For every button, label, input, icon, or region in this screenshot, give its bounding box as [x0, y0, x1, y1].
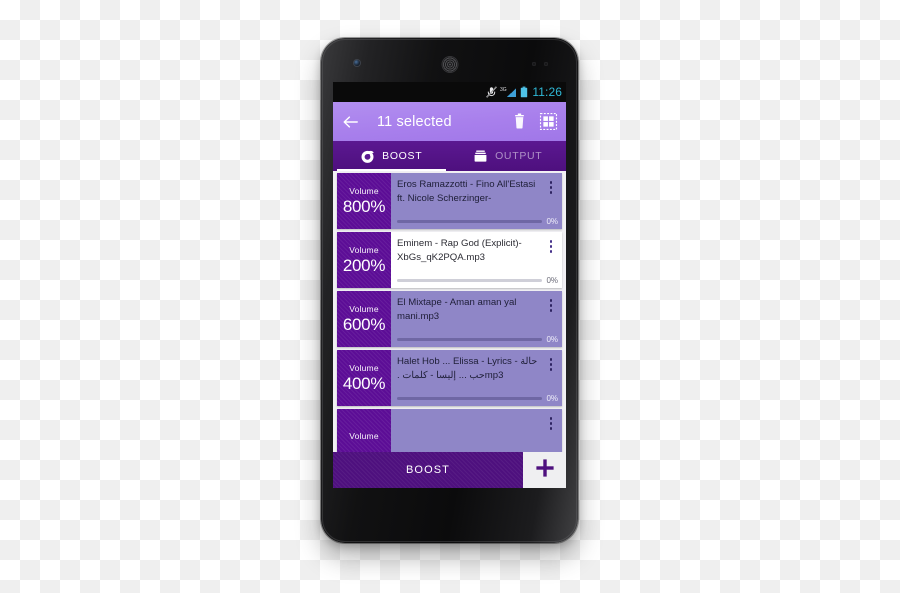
track-title-extension: mp3	[484, 369, 504, 381]
progress-bar	[397, 338, 543, 341]
table-row[interactable]: Volume 400% Halet Hob ... Elissa - Lyric…	[337, 350, 562, 406]
trash-icon[interactable]	[510, 112, 529, 131]
progress-bar	[397, 397, 543, 400]
table-row[interactable]: Volume 600% El Mixtape - Aman aman yal m…	[337, 291, 562, 347]
progress-percent: 0%	[546, 394, 558, 403]
select-all-grid-icon[interactable]	[539, 112, 558, 131]
track-title-row: Halet Hob ... Elissa - Lyrics - حالة حب …	[397, 355, 558, 392]
light-sensor-icon	[544, 62, 548, 66]
progress-percent: 0%	[546, 276, 558, 285]
selection-count-title: 11 selected	[377, 113, 452, 130]
track-title-row: Eros Ramazzotti - Fino All'Estasi ft. Ni…	[397, 178, 558, 215]
progress-row: 0%	[397, 333, 558, 345]
volume-label: Volume	[349, 430, 379, 441]
table-row[interactable]: Volume 800% Eros Ramazzotti - Fino All'E…	[337, 173, 562, 229]
track-title-row: El Mixtape - Aman aman yal mani.mp3	[397, 296, 558, 333]
volume-value: 400%	[342, 373, 386, 393]
volume-value: 200%	[342, 255, 386, 275]
overflow-menu-icon[interactable]	[544, 414, 558, 430]
boost-button[interactable]: BOOST	[333, 452, 523, 488]
progress-bar	[397, 279, 543, 282]
volume-label: Volume	[349, 245, 379, 256]
status-bar-clock: 11:26	[532, 85, 562, 99]
tab-output[interactable]: OUTPUT	[450, 141, 567, 171]
volume-badge: Volume 400%	[337, 350, 391, 406]
track-title: Eros Ramazzotti - Fino All'Estasi ft. Ni…	[397, 179, 536, 204]
volume-badge: Volume 200%	[337, 232, 391, 288]
track-title: El Mixtape - Aman aman yal mani.mp3	[397, 297, 517, 322]
volume-label: Volume	[349, 363, 379, 374]
track-title: Halet Hob ... Elissa - Lyrics - حالة حب …	[397, 355, 544, 382]
overflow-menu-icon[interactable]	[544, 355, 558, 371]
overflow-menu-icon[interactable]	[544, 237, 558, 253]
earpiece-speaker-icon	[442, 57, 457, 72]
phone-device: 3G 11:26 11 selected BOOST OUTPUT Volume…	[321, 38, 578, 543]
plus-icon	[534, 457, 556, 484]
tab-boost-label: BOOST	[382, 150, 423, 162]
add-button[interactable]	[523, 452, 566, 488]
overflow-menu-icon[interactable]	[544, 296, 558, 312]
tab-boost[interactable]: BOOST	[333, 141, 450, 171]
track-title-row: Eminem - Rap God (Explicit)-XbGs_qK2PQA.…	[397, 237, 558, 274]
progress-percent: 0%	[546, 335, 558, 344]
progress-percent: 0%	[546, 217, 558, 226]
track-title-row	[397, 414, 558, 457]
phone-top-hardware	[321, 38, 578, 82]
overflow-menu-icon[interactable]	[544, 178, 558, 194]
phone-screen: 3G 11:26 11 selected BOOST OUTPUT Volume…	[333, 82, 566, 488]
output-folder-icon	[473, 149, 488, 164]
track-body: Eminem - Rap God (Explicit)-XbGs_qK2PQA.…	[391, 232, 562, 288]
progress-row: 0%	[397, 215, 558, 227]
tab-output-label: OUTPUT	[495, 150, 543, 162]
svg-text:3G: 3G	[500, 87, 507, 93]
vibrate-mute-icon	[486, 86, 498, 98]
track-list[interactable]: Volume 800% Eros Ramazzotti - Fino All'E…	[333, 171, 566, 488]
progress-bar	[397, 220, 543, 223]
volume-value: 600%	[342, 314, 386, 334]
volume-badge: Volume 800%	[337, 173, 391, 229]
track-body: El Mixtape - Aman aman yal mani.mp3 0%	[391, 291, 562, 347]
signal-3g-icon: 3G	[500, 86, 517, 98]
back-arrow-icon[interactable]	[341, 113, 359, 131]
proximity-sensor-icon	[532, 62, 536, 66]
bottom-action-bar: BOOST	[333, 452, 566, 488]
track-title-latin: Halet Hob ... Elissa - Lyrics -	[397, 356, 521, 367]
progress-row: 0%	[397, 274, 558, 286]
volume-label: Volume	[349, 186, 379, 197]
track-title: Eminem - Rap God (Explicit)-XbGs_qK2PQA.…	[397, 238, 522, 263]
phone-bottom-bezel	[321, 488, 578, 543]
front-camera-icon	[354, 60, 360, 66]
tab-bar: BOOST OUTPUT	[333, 141, 566, 171]
volume-label: Volume	[349, 304, 379, 315]
boost-speaker-icon	[360, 149, 375, 164]
status-bar: 3G 11:26	[333, 82, 566, 102]
progress-row: 0%	[397, 392, 558, 404]
table-row[interactable]: Volume 200% Eminem - Rap God (Explicit)-…	[337, 232, 562, 288]
volume-value: 800%	[342, 196, 386, 216]
battery-icon	[520, 86, 528, 98]
action-bar: 11 selected	[333, 102, 566, 141]
track-body: Eros Ramazzotti - Fino All'Estasi ft. Ni…	[391, 173, 562, 229]
volume-badge: Volume 600%	[337, 291, 391, 347]
track-body: Halet Hob ... Elissa - Lyrics - حالة حب …	[391, 350, 562, 406]
